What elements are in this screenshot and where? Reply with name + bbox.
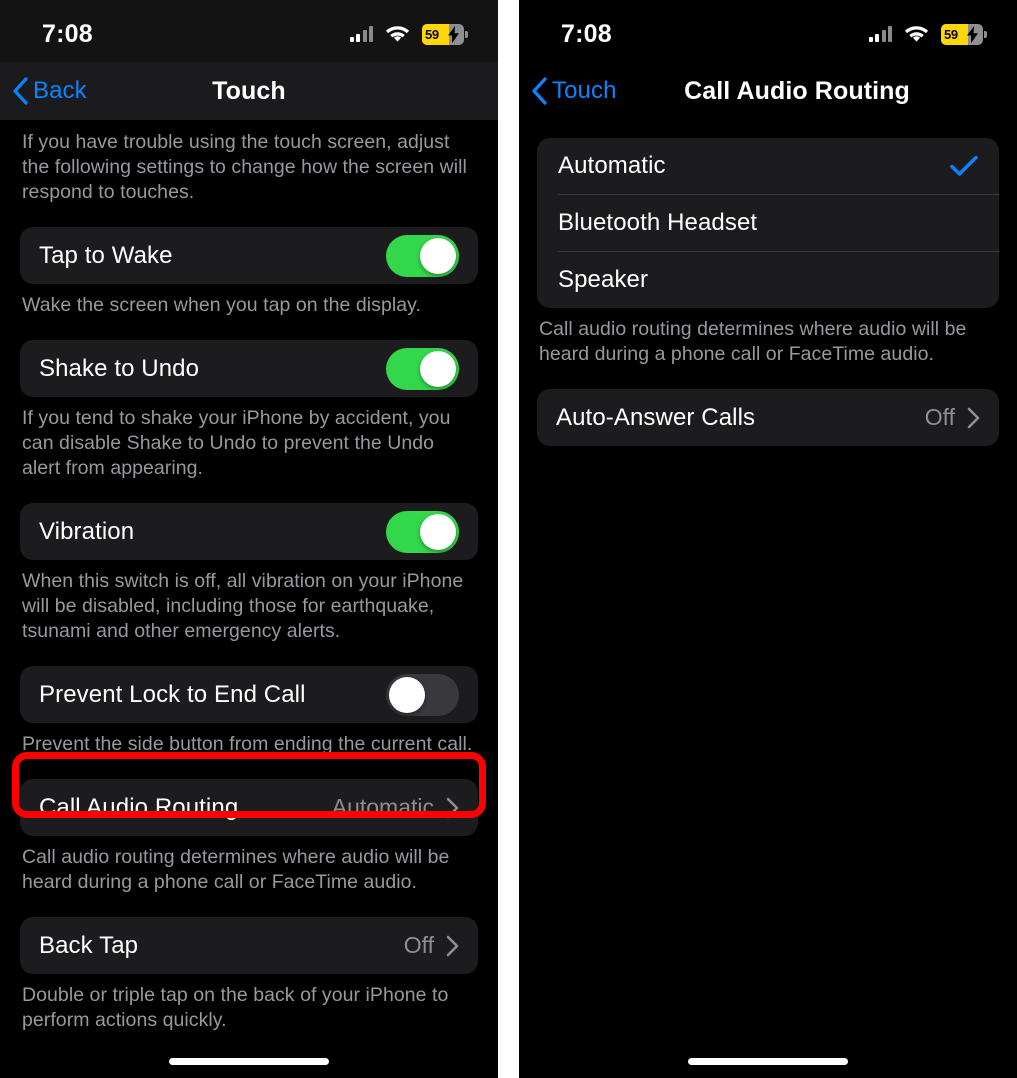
card-shake-to-undo: Shake to Undo [20, 340, 478, 397]
toggle-prevent-lock-to-end-call[interactable] [386, 673, 459, 716]
option-label: Speaker [558, 266, 649, 293]
card-prevent-lock-to-end-call: Prevent Lock to End Call [20, 666, 478, 723]
chevron-left-icon [531, 77, 547, 105]
screenshot-stage: 7:08 59 Back Touch If you have trouble u… [0, 0, 1017, 1078]
card-audio-route-options: Automatic Bluetooth Headset Speaker [537, 138, 999, 308]
row-value-call-audio-routing: Automatic [331, 794, 434, 820]
row-label: Call Audio Routing [39, 793, 239, 821]
charging-bolt-icon [967, 25, 979, 48]
charging-bolt-icon [448, 25, 460, 48]
checkmark-icon [950, 155, 978, 177]
row-label: Back Tap [39, 931, 139, 959]
status-indicators: 59 [349, 18, 468, 48]
footnote-tap-to-wake: Wake the screen when you tap on the disp… [22, 294, 421, 316]
settings-list-left: If you have trouble using the touch scre… [0, 120, 498, 1033]
row-shake-to-undo[interactable]: Shake to Undo [20, 340, 478, 397]
row-label: Shake to Undo [39, 354, 200, 382]
option-row-speaker[interactable]: Speaker [537, 252, 999, 308]
left-phone-screen: 7:08 59 Back Touch If you have trouble u… [0, 0, 498, 1078]
footnote-back-tap: Double or triple tap on the back of your… [22, 984, 449, 1031]
toggle-tap-to-wake[interactable] [386, 234, 459, 277]
card-call-audio-routing: Call Audio Routing Automatic [20, 779, 478, 836]
row-label: Prevent Lock to End Call [39, 680, 306, 708]
status-indicators: 59 [868, 18, 987, 48]
footnote-prevent-lock-to-end-call: Prevent the side button from ending the … [22, 733, 473, 755]
row-label: Vibration [39, 517, 135, 545]
row-vibration[interactable]: Vibration [20, 503, 478, 560]
intro-footnote: If you have trouble using the touch scre… [22, 131, 467, 203]
row-auto-answer-calls[interactable]: Auto-Answer Calls Off [537, 389, 999, 446]
footnote-audio-route-options: Call audio routing determines where audi… [539, 318, 967, 365]
battery-icon: 59 [941, 23, 987, 48]
footnote-vibration: When this switch is off, all vibration o… [22, 570, 464, 642]
home-indicator-right[interactable] [688, 1058, 848, 1065]
card-vibration: Vibration [20, 503, 478, 560]
status-time: 7:08 [42, 19, 93, 48]
row-tap-to-wake[interactable]: Tap to Wake [20, 227, 478, 284]
status-bar-right: 7:08 59 [519, 0, 1017, 62]
back-button-right[interactable]: Touch [531, 77, 617, 105]
row-label: Auto-Answer Calls [556, 403, 756, 431]
cellular-bars-icon [349, 26, 373, 42]
card-tap-to-wake: Tap to Wake [20, 227, 478, 284]
option-label: Bluetooth Headset [558, 209, 758, 236]
status-bar-left: 7:08 59 [0, 0, 498, 62]
row-value-back-tap: Off [403, 932, 434, 958]
option-label: Automatic [558, 152, 666, 179]
wifi-icon [385, 25, 410, 43]
option-row-automatic[interactable]: Automatic [537, 138, 999, 194]
right-phone-screen: 7:08 59 Touch Call Audio Routing Automat… [519, 0, 1017, 1078]
chevron-right-icon [446, 935, 459, 957]
nav-bar-right: Touch Call Audio Routing [519, 62, 1017, 120]
card-auto-answer-calls: Auto-Answer Calls Off [537, 389, 999, 446]
settings-list-right: Automatic Bluetooth Headset Speaker Call… [519, 138, 1017, 446]
cellular-bars-icon [868, 26, 892, 42]
back-button-label: Back [33, 77, 87, 104]
card-back-tap: Back Tap Off [20, 917, 478, 974]
home-indicator-left[interactable] [169, 1058, 329, 1065]
toggle-shake-to-undo[interactable] [386, 347, 459, 390]
battery-percent-label: 59 [425, 26, 439, 42]
battery-icon: 59 [422, 23, 468, 48]
footnote-call-audio-routing: Call audio routing determines where audi… [22, 846, 450, 893]
row-back-tap[interactable]: Back Tap Off [20, 917, 478, 974]
back-button-label: Touch [552, 77, 617, 104]
footnote-shake-to-undo: If you tend to shake your iPhone by acci… [22, 407, 451, 479]
back-button-left[interactable]: Back [12, 77, 87, 105]
status-time: 7:08 [561, 19, 612, 48]
toggle-vibration[interactable] [386, 510, 459, 553]
chevron-right-icon [967, 407, 980, 429]
row-label: Tap to Wake [39, 241, 173, 269]
chevron-left-icon [12, 77, 28, 105]
row-value-auto-answer-calls: Off [924, 404, 955, 430]
battery-percent-label: 59 [944, 26, 958, 42]
option-row-bluetooth-headset[interactable]: Bluetooth Headset [537, 195, 999, 251]
row-prevent-lock-to-end-call[interactable]: Prevent Lock to End Call [20, 666, 478, 723]
wifi-icon [904, 25, 929, 43]
chevron-right-icon [446, 797, 459, 819]
nav-bar-left: Back Touch [0, 62, 498, 120]
row-call-audio-routing[interactable]: Call Audio Routing Automatic [20, 779, 478, 836]
